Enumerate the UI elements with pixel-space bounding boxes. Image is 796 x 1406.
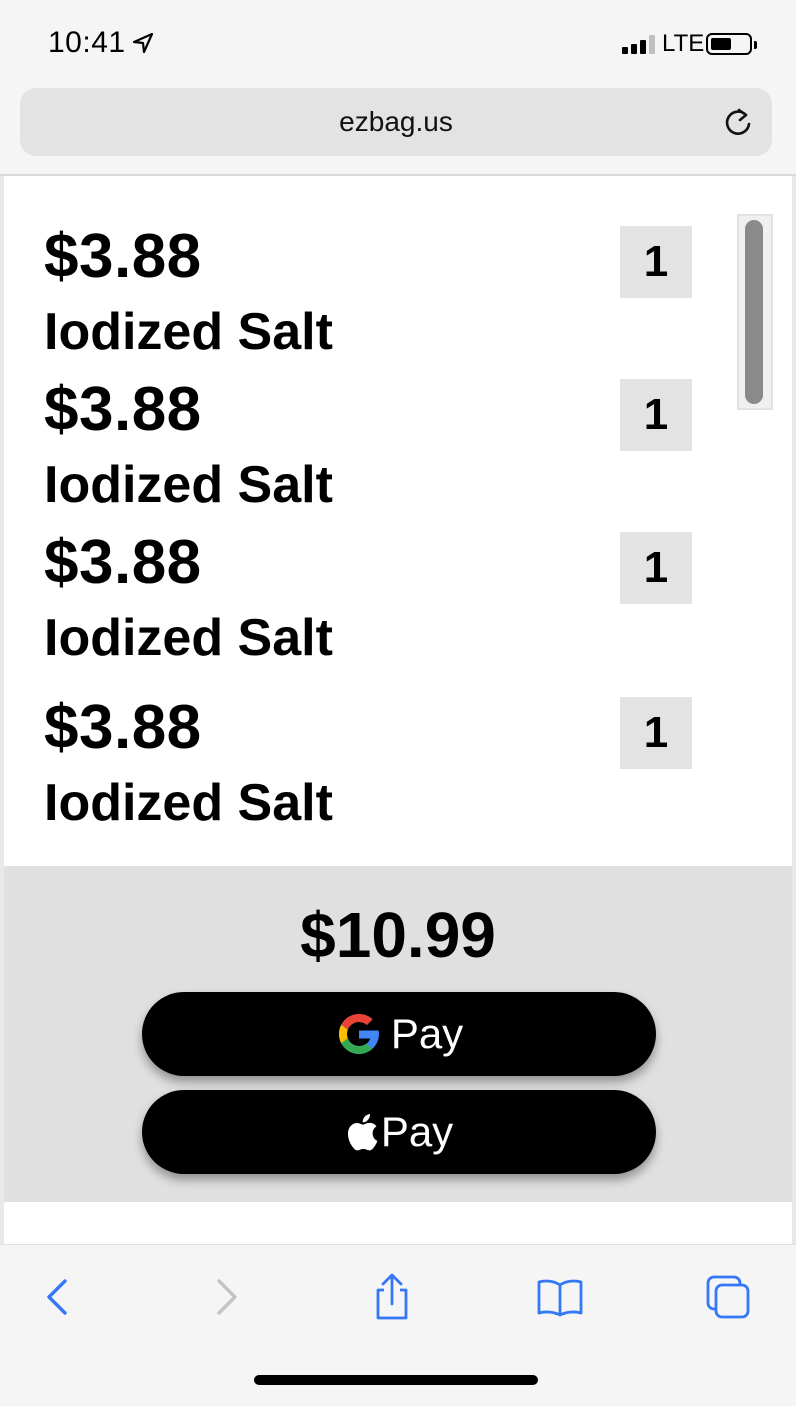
back-button[interactable] <box>30 1269 86 1325</box>
back-icon <box>47 1279 67 1315</box>
location-arrow-icon <box>132 32 154 54</box>
list-item: $3.88 Iodized Salt 1 <box>44 697 704 829</box>
tabs-button[interactable] <box>700 1269 756 1325</box>
item-name: Iodized Salt <box>44 609 333 667</box>
google-pay-button[interactable]: Pay <box>142 992 656 1076</box>
forward-icon <box>217 1279 237 1315</box>
item-name: Iodized Salt <box>44 456 333 514</box>
list-item: $3.88 Iodized Salt 1 <box>44 226 704 358</box>
order-total: $10.99 <box>300 899 496 971</box>
google-g-icon <box>338 1014 379 1054</box>
share-icon <box>376 1273 408 1320</box>
quantity-field[interactable]: 1 <box>620 379 692 451</box>
page-bottom-spacer <box>4 1202 792 1244</box>
address-bar[interactable]: ezbag.us <box>20 88 772 156</box>
network-type: LTE <box>662 30 705 57</box>
checkout-panel: $10.99 Pay Pay <box>4 866 792 1202</box>
list-item: $3.88 Iodized Salt 1 <box>44 532 704 664</box>
cart-list: $3.88 Iodized Salt 1 $3.88 Iodized Salt … <box>4 178 792 866</box>
item-name: Iodized Salt <box>44 774 333 832</box>
url-text[interactable]: ezbag.us <box>20 106 772 138</box>
google-pay-label: Pay <box>390 1010 464 1057</box>
scrollbar-thumb[interactable] <box>745 220 763 404</box>
quantity-field[interactable]: 1 <box>620 226 692 298</box>
item-price: $3.88 <box>44 693 202 762</box>
battery-icon <box>706 33 757 55</box>
item-price: $3.88 <box>44 375 202 444</box>
quantity-field[interactable]: 1 <box>620 532 692 604</box>
browser-toolbar <box>0 1244 796 1406</box>
apple-pay-label: Pay <box>380 1108 454 1155</box>
home-indicator <box>254 1375 538 1385</box>
quantity-field[interactable]: 1 <box>620 697 692 769</box>
tabs-icon <box>706 1275 750 1319</box>
browser-top-bar: 10:41 LTE ezbag.us <box>0 0 796 176</box>
item-name: Iodized Salt <box>44 303 333 361</box>
item-price: $3.88 <box>44 222 202 291</box>
status-time: 10:41 <box>48 26 126 59</box>
apple-pay-button[interactable]: Pay <box>142 1090 656 1174</box>
forward-button[interactable] <box>198 1269 254 1325</box>
signal-icon <box>622 34 655 54</box>
apple-icon <box>347 1114 378 1151</box>
item-price: $3.88 <box>44 528 202 597</box>
share-button[interactable] <box>364 1269 420 1325</box>
list-item: $3.88 Iodized Salt 1 <box>44 379 704 511</box>
bookmarks-button[interactable] <box>532 1269 588 1325</box>
bookmarks-icon <box>537 1279 583 1317</box>
scrollbar[interactable] <box>737 214 773 410</box>
reload-icon[interactable] <box>720 104 756 140</box>
